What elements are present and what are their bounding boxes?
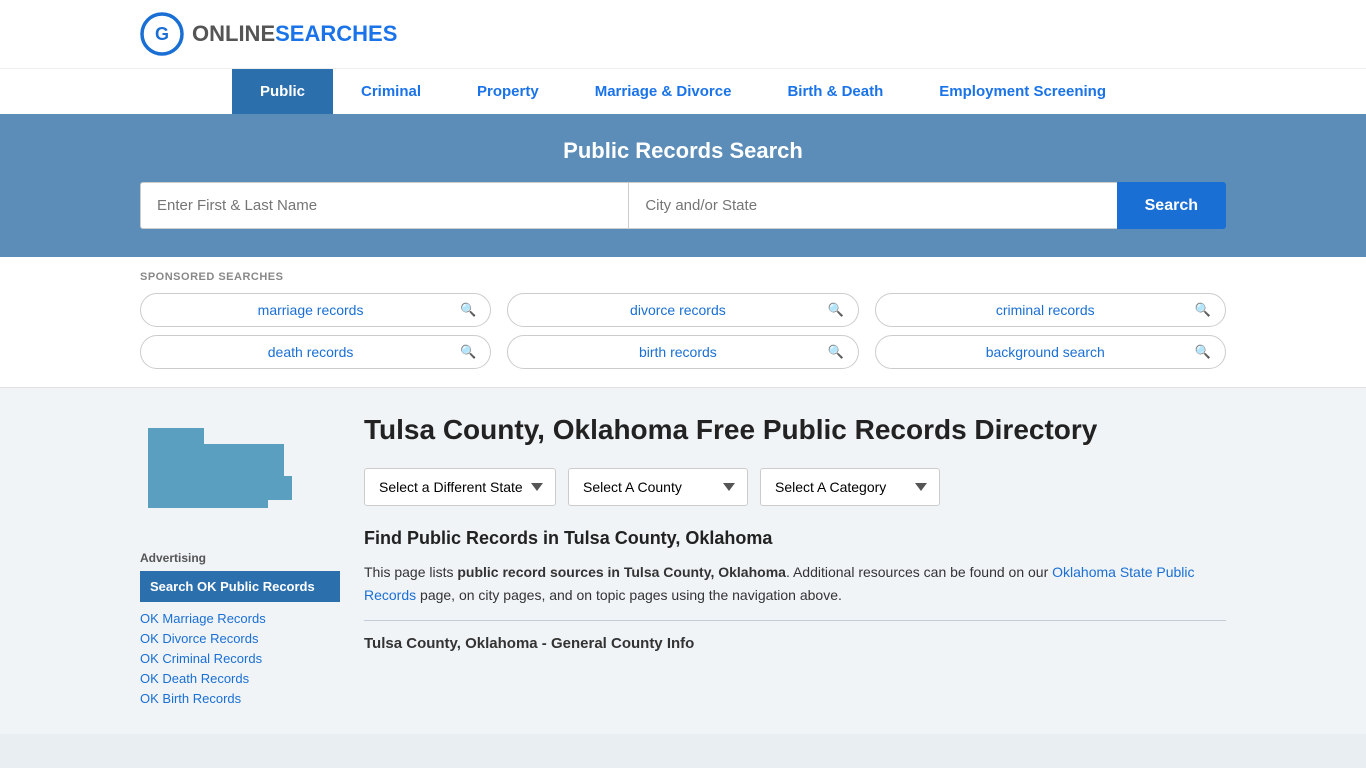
name-input[interactable] (140, 182, 628, 229)
sidebar-link-marriage[interactable]: OK Marriage Records (140, 611, 266, 626)
search-icon-6: 🔍 (1195, 344, 1211, 360)
sidebar-link-divorce[interactable]: OK Divorce Records (140, 631, 258, 646)
sponsored-item-3[interactable]: criminal records 🔍 (875, 293, 1226, 327)
section-divider (364, 620, 1226, 621)
nav-item-property[interactable]: Property (449, 69, 567, 114)
page-title: Tulsa County, Oklahoma Free Public Recor… (364, 412, 1226, 448)
nav-item-employment[interactable]: Employment Screening (911, 69, 1134, 114)
sponsored-item-text-4: death records (161, 344, 460, 360)
sponsored-item-5[interactable]: birth records 🔍 (507, 335, 858, 369)
city-input[interactable] (628, 182, 1116, 229)
category-dropdown[interactable]: Select A Category (760, 468, 940, 506)
sponsored-label: SPONSORED SEARCHES (140, 271, 1226, 283)
search-icon-1: 🔍 (460, 302, 476, 318)
search-row: Search (140, 182, 1226, 229)
main-nav: Public Criminal Property Marriage & Divo… (0, 68, 1366, 114)
county-info-title: Tulsa County, Oklahoma - General County … (364, 629, 1226, 652)
sponsored-section: SPONSORED SEARCHES marriage records 🔍 di… (0, 257, 1366, 388)
search-icon-5: 🔍 (827, 344, 843, 360)
sponsored-item-4[interactable]: death records 🔍 (140, 335, 491, 369)
sponsored-item-text-5: birth records (528, 344, 827, 360)
nav-item-birth-death[interactable]: Birth & Death (759, 69, 911, 114)
ad-primary-button[interactable]: Search OK Public Records (140, 571, 340, 602)
find-records-text: This page lists public record sources in… (364, 561, 1226, 606)
logo: G ONLINESEARCHES (140, 12, 397, 56)
sponsored-item-2[interactable]: divorce records 🔍 (507, 293, 858, 327)
svg-text:G: G (155, 24, 169, 44)
logo-icon: G (140, 12, 184, 56)
page-content: Tulsa County, Oklahoma Free Public Recor… (364, 412, 1226, 710)
sponsored-item-text-1: marriage records (161, 302, 460, 318)
state-map (140, 412, 340, 535)
sidebar-link-death[interactable]: OK Death Records (140, 671, 249, 686)
sponsored-item-6[interactable]: background search 🔍 (875, 335, 1226, 369)
state-dropdown[interactable]: Select a Different State (364, 468, 556, 506)
nav-item-public[interactable]: Public (232, 69, 333, 114)
logo-text: ONLINESEARCHES (192, 21, 397, 47)
nav-item-marriage-divorce[interactable]: Marriage & Divorce (567, 69, 760, 114)
sidebar-link-birth[interactable]: OK Birth Records (140, 691, 241, 706)
oklahoma-map-icon (140, 412, 300, 532)
search-banner: Public Records Search Search (0, 114, 1366, 257)
main-content: Advertising Search OK Public Records OK … (0, 388, 1366, 734)
header: G ONLINESEARCHES (0, 0, 1366, 68)
search-icon-2: 🔍 (827, 302, 843, 318)
search-icon-4: 🔍 (460, 344, 476, 360)
advertising-label: Advertising (140, 551, 340, 565)
sidebar-links: OK Marriage Records OK Divorce Records O… (140, 610, 340, 706)
sponsored-item-text-3: criminal records (896, 302, 1195, 318)
county-dropdown[interactable]: Select A County (568, 468, 748, 506)
search-icon-3: 🔍 (1195, 302, 1211, 318)
dropdowns-row: Select a Different State Select A County… (364, 468, 1226, 506)
sponsored-grid: marriage records 🔍 divorce records 🔍 cri… (140, 293, 1226, 369)
sidebar: Advertising Search OK Public Records OK … (140, 412, 340, 710)
search-button[interactable]: Search (1117, 182, 1226, 229)
sponsored-item-text-6: background search (896, 344, 1195, 360)
sidebar-link-criminal[interactable]: OK Criminal Records (140, 651, 262, 666)
find-records-bold: public record sources in Tulsa County, O… (457, 564, 786, 580)
sponsored-item-1[interactable]: marriage records 🔍 (140, 293, 491, 327)
sponsored-item-text-2: divorce records (528, 302, 827, 318)
find-records-title: Find Public Records in Tulsa County, Okl… (364, 528, 1226, 549)
search-banner-title: Public Records Search (140, 138, 1226, 164)
nav-item-criminal[interactable]: Criminal (333, 69, 449, 114)
